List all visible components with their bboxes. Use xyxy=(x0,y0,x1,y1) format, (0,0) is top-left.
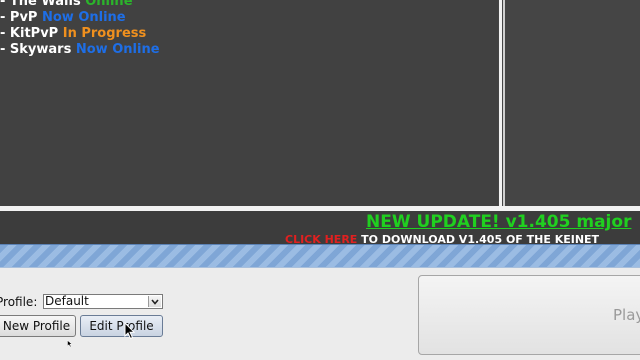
server-name: - KitPvP xyxy=(0,26,59,41)
server-row: - KitPvP In Progress xyxy=(0,26,160,42)
update-headline-link[interactable]: NEW UPDATE! v1.405 major xyxy=(366,212,631,232)
progress-stripe-bar xyxy=(0,244,640,268)
server-name: - PvP xyxy=(0,10,38,25)
server-name: - Skywars xyxy=(0,42,72,57)
edit-profile-button[interactable]: Edit Profile xyxy=(80,315,163,337)
mouse-pointer-icon xyxy=(124,322,136,340)
server-status-panel: - The Walls Online - PvP Now Online - Ki… xyxy=(0,0,498,206)
server-row: - The Walls Online xyxy=(0,0,160,10)
launcher-window: - The Walls Online - PvP Now Online - Ki… xyxy=(0,0,640,360)
server-row: - PvP Now Online xyxy=(0,10,160,26)
chevron-down-icon[interactable] xyxy=(148,296,161,307)
new-profile-button[interactable]: New Profile xyxy=(0,315,76,337)
profile-label: Profile: xyxy=(0,295,38,309)
server-status: In Progress xyxy=(62,26,147,41)
server-name: - The Walls xyxy=(0,0,81,9)
server-row: - Skywars Now Online xyxy=(0,42,160,58)
profile-selected-value: Default xyxy=(45,294,89,308)
cursor-trail-icon xyxy=(67,340,73,348)
server-status: Online xyxy=(85,0,133,9)
launcher-controls: Profile: Default New Profile Edit Profil… xyxy=(0,268,640,360)
panel-divider xyxy=(499,0,502,206)
play-button[interactable]: Play xyxy=(418,275,640,355)
panel-divider xyxy=(503,0,505,206)
server-list: - The Walls Online - PvP Now Online - Ki… xyxy=(0,0,160,58)
server-status: Now Online xyxy=(75,42,160,57)
news-area: - The Walls Online - PvP Now Online - Ki… xyxy=(0,0,640,246)
profile-select[interactable]: Default xyxy=(43,294,163,309)
server-status: Now Online xyxy=(41,10,126,25)
